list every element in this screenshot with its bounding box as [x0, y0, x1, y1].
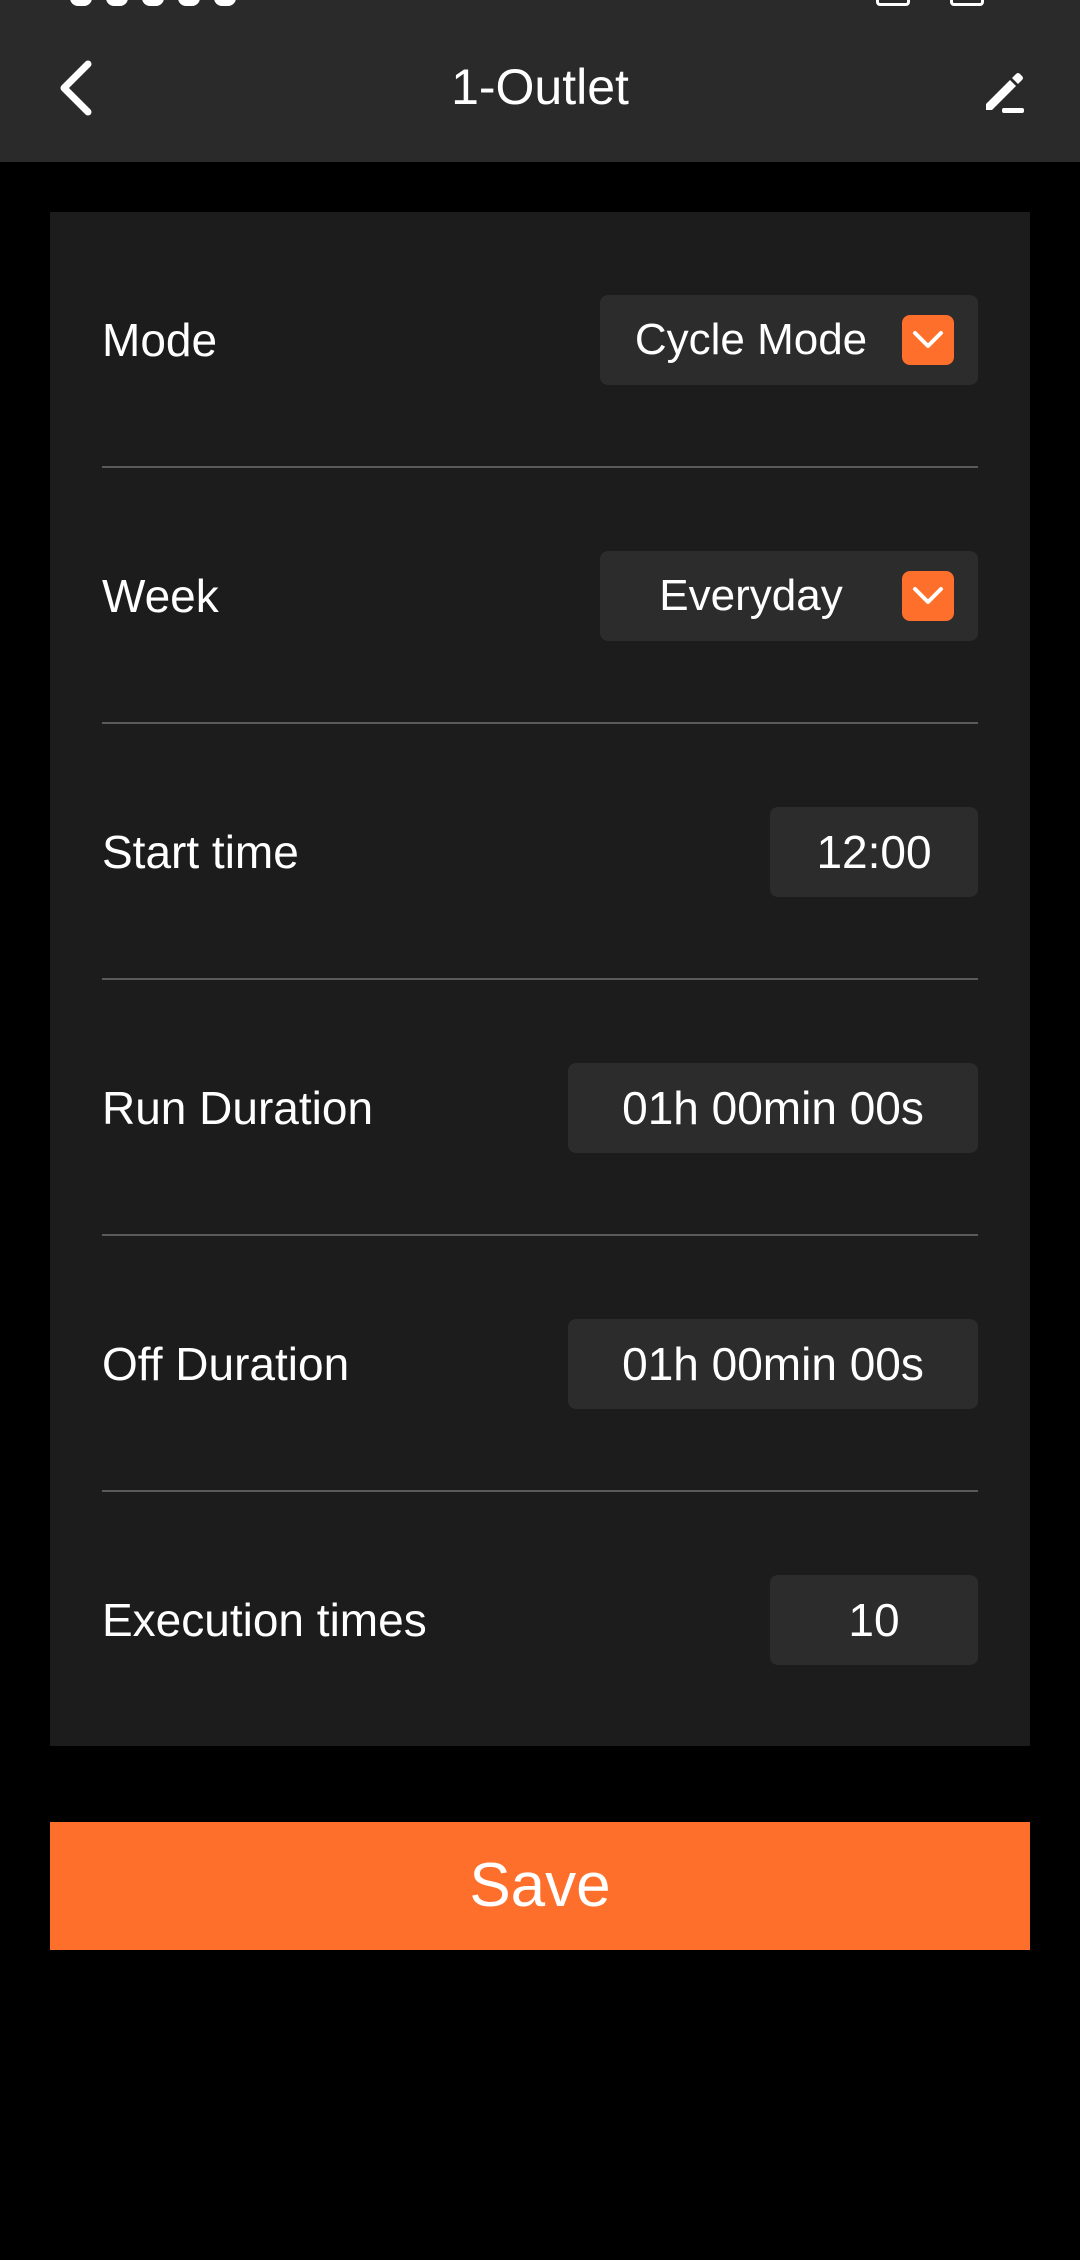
- run-duration-field[interactable]: 01h 00min 00s: [568, 1063, 978, 1153]
- schedule-settings-panel: Mode Cycle Mode Week Everyday Start time…: [50, 212, 1030, 1746]
- off-duration-field[interactable]: 01h 00min 00s: [568, 1319, 978, 1409]
- week-select-value: Everyday: [659, 571, 843, 620]
- save-button[interactable]: Save: [50, 1822, 1030, 1950]
- mode-row: Mode Cycle Mode: [102, 212, 978, 468]
- status-bar-system-icons: [876, 0, 984, 6]
- run-duration-label: Run Duration: [102, 1082, 374, 1134]
- start-time-label: Start time: [102, 826, 299, 878]
- pencil-icon: [986, 73, 1024, 113]
- back-button[interactable]: [40, 52, 112, 124]
- status-bar: [0, 0, 1080, 12]
- mode-label: Mode: [102, 314, 218, 366]
- week-label: Week: [102, 570, 219, 622]
- week-row: Week Everyday: [102, 468, 978, 724]
- start-time-field[interactable]: 12:00: [770, 807, 978, 897]
- mode-select[interactable]: Cycle Mode: [600, 295, 978, 385]
- start-time-row: Start time 12:00: [102, 724, 978, 980]
- execution-times-field[interactable]: 10: [770, 1575, 978, 1665]
- chevron-left-icon: [60, 60, 92, 116]
- run-duration-row: Run Duration 01h 00min 00s: [102, 980, 978, 1236]
- off-duration-row: Off Duration 01h 00min 00s: [102, 1236, 978, 1492]
- mode-select-value: Cycle Mode: [634, 315, 868, 364]
- execution-times-row: Execution times 10: [102, 1492, 978, 1748]
- status-bar-notification-icons: [70, 0, 236, 6]
- app-header: 1-Outlet: [0, 12, 1080, 162]
- chevron-down-icon: [902, 315, 954, 365]
- off-duration-label: Off Duration: [102, 1338, 350, 1390]
- execution-times-label: Execution times: [102, 1594, 427, 1646]
- chevron-down-icon: [902, 571, 954, 621]
- week-select[interactable]: Everyday: [600, 551, 978, 641]
- edit-button[interactable]: [968, 56, 1040, 128]
- page-title: 1-Outlet: [451, 59, 629, 115]
